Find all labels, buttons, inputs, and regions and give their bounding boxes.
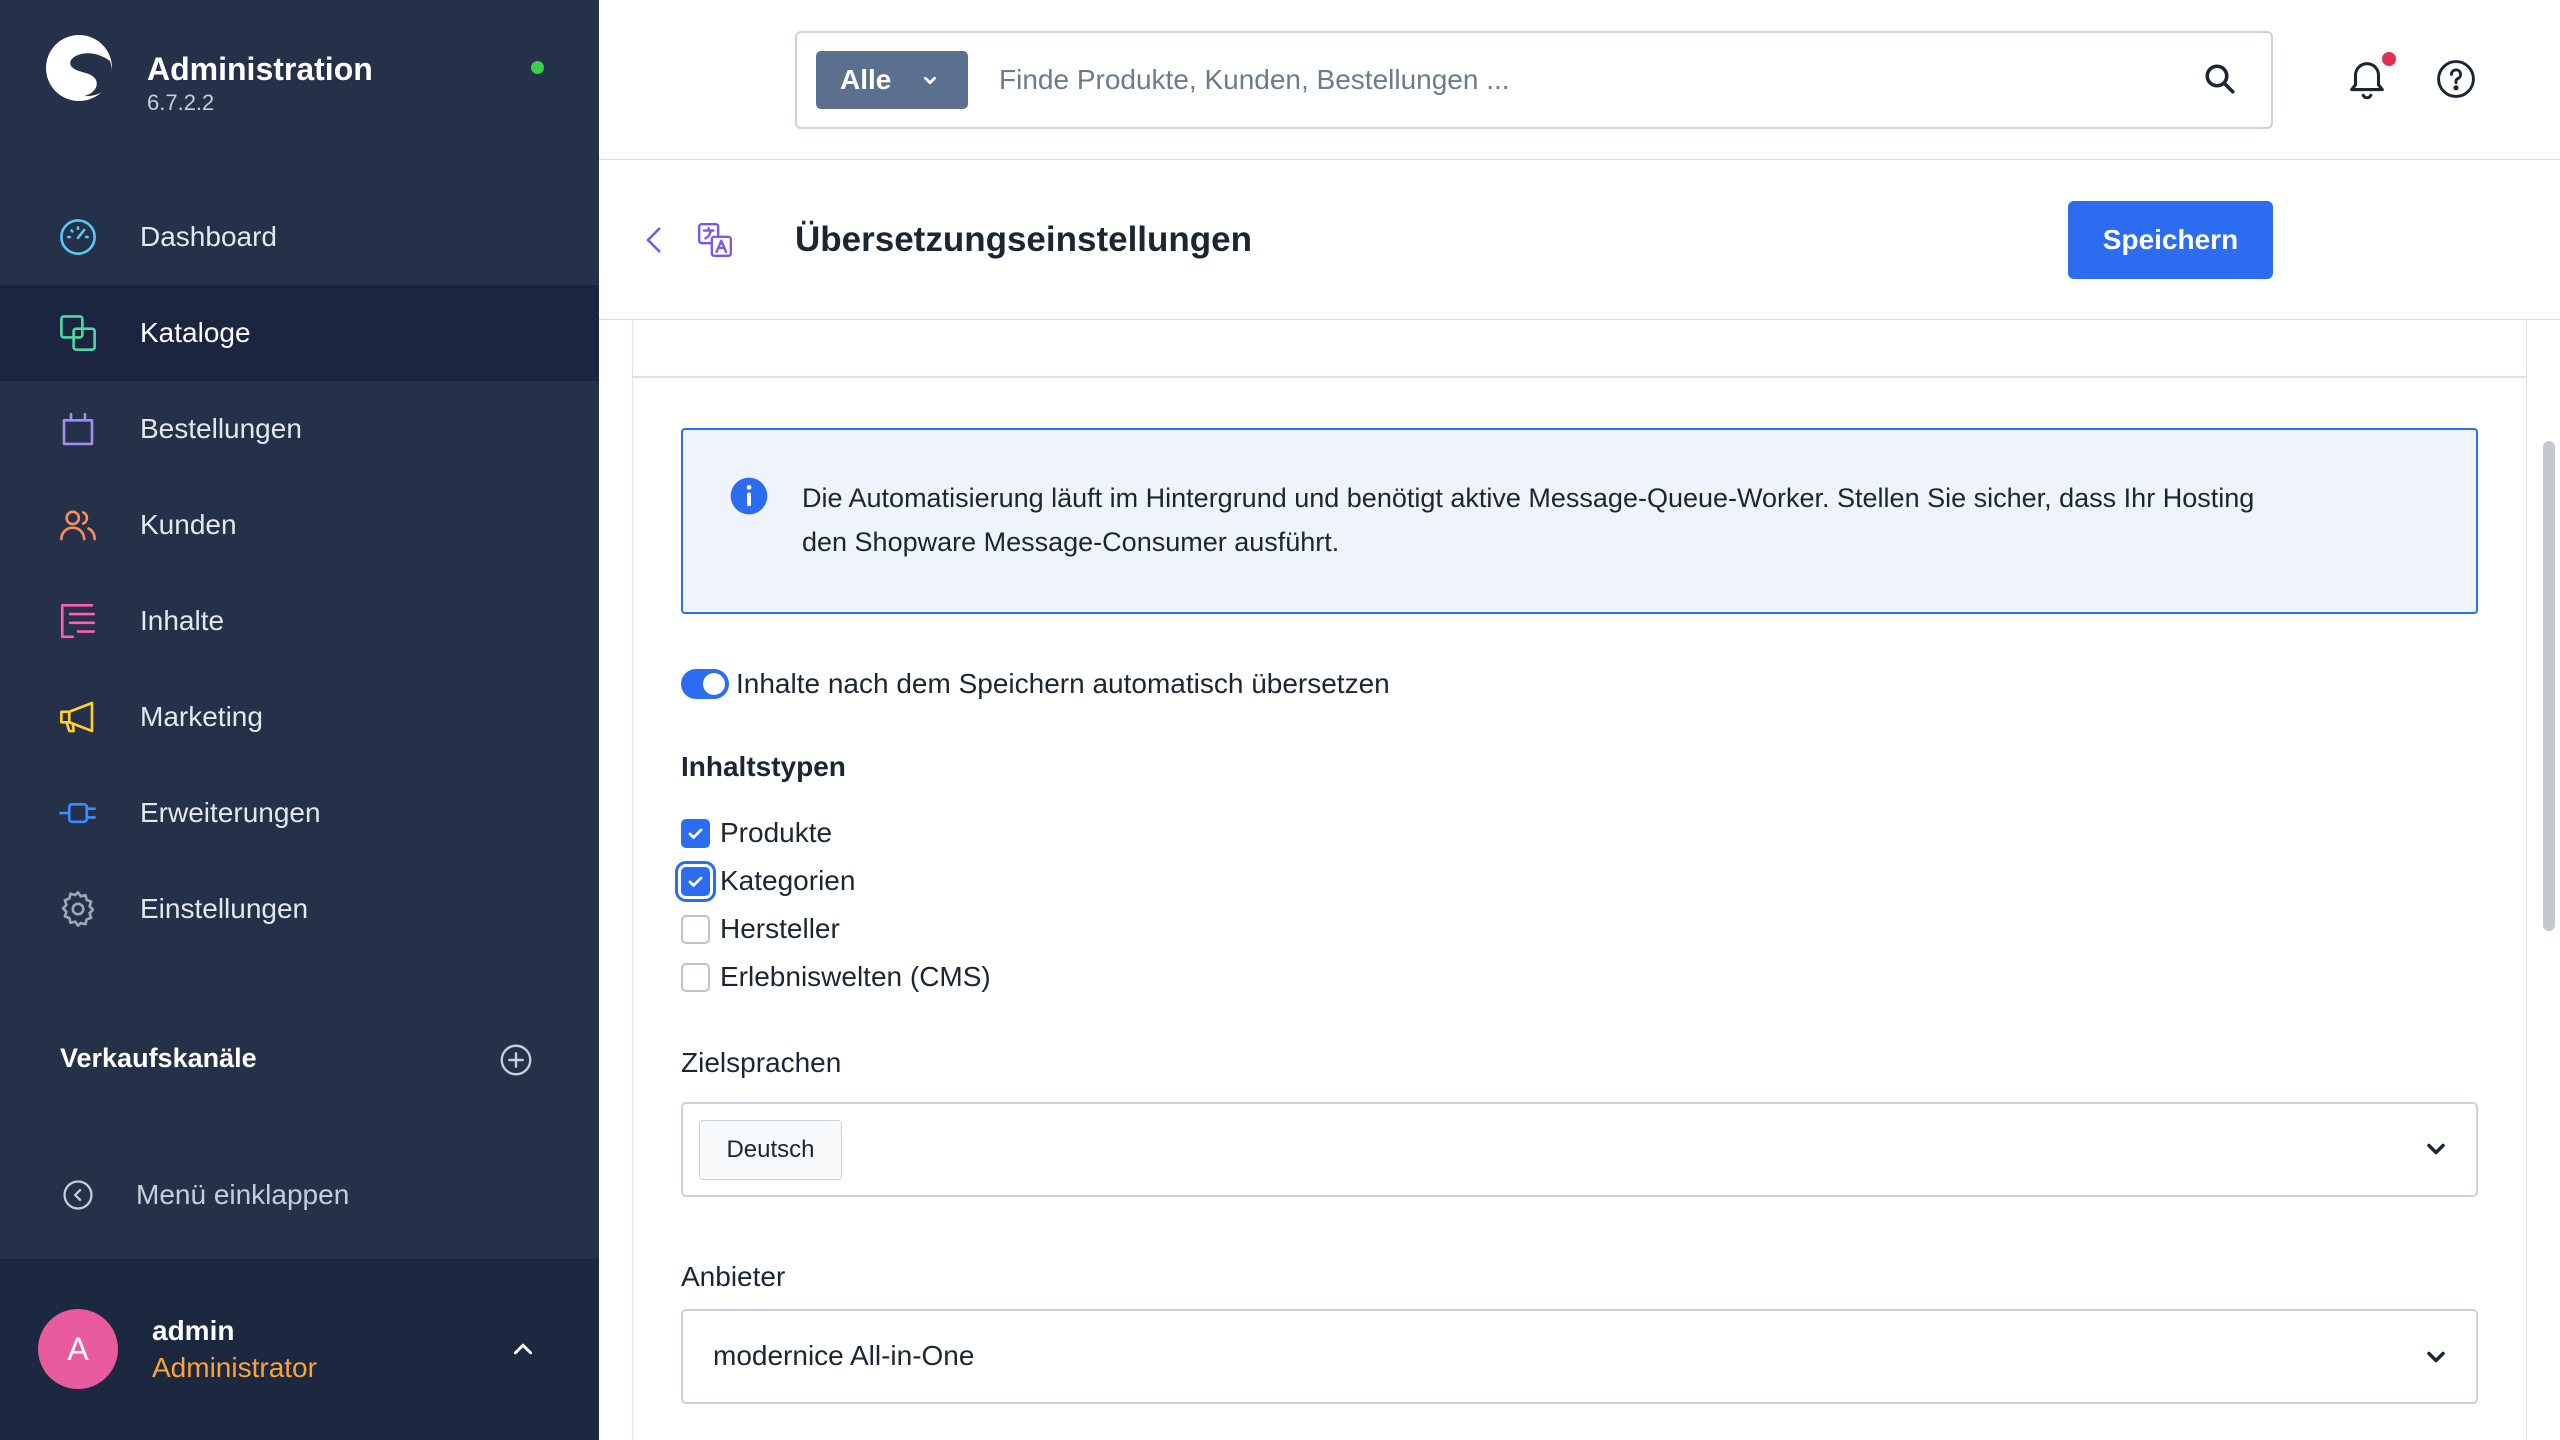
app-title: Administration bbox=[147, 51, 373, 87]
plug-icon bbox=[57, 792, 99, 834]
page-title: Übersetzungseinstellungen bbox=[795, 220, 1253, 259]
gear-icon bbox=[57, 888, 99, 930]
dashboard-icon bbox=[57, 216, 99, 258]
sidebar-item-label: Kataloge bbox=[140, 317, 251, 348]
checkbox-erlebniswelten[interactable] bbox=[681, 963, 710, 992]
collapse-menu-label: Menü einklappen bbox=[136, 1179, 350, 1210]
language-tag[interactable]: Deutsch bbox=[699, 1120, 842, 1180]
search-icon[interactable] bbox=[2202, 61, 2238, 97]
check-icon bbox=[686, 872, 705, 891]
checkbox-label: Produkte bbox=[720, 817, 833, 848]
auto-translate-toggle[interactable] bbox=[681, 669, 729, 699]
sidebar-item-marketing[interactable]: Marketing bbox=[0, 669, 599, 765]
user-name: admin bbox=[152, 1315, 235, 1346]
provider-value: modernice All-in-One bbox=[713, 1340, 975, 1371]
sidebar-item-kataloge[interactable]: Kataloge bbox=[0, 285, 599, 381]
provider-label: Anbieter bbox=[681, 1261, 786, 1292]
checkbox-kategorien[interactable] bbox=[675, 861, 716, 902]
status-indicator bbox=[531, 61, 544, 74]
help-icon[interactable] bbox=[2434, 57, 2478, 101]
sidebar-item-label: Inhalte bbox=[140, 605, 225, 636]
sidebar-item-erweiterungen[interactable]: Erweiterungen bbox=[0, 765, 599, 861]
translate-icon bbox=[696, 221, 734, 259]
chevron-up-icon[interactable] bbox=[508, 1334, 538, 1364]
target-languages-select[interactable]: Deutsch bbox=[681, 1102, 2478, 1197]
app-version: 6.7.2.2 bbox=[147, 90, 215, 115]
shopping-bag-icon bbox=[57, 408, 99, 450]
provider-select[interactable]: modernice All-in-One bbox=[681, 1309, 2478, 1404]
megaphone-icon bbox=[57, 696, 99, 738]
chevron-down-icon bbox=[919, 69, 941, 91]
info-text-line: den Shopware Message-Consumer ausführt. bbox=[802, 527, 1340, 557]
search-input[interactable] bbox=[999, 51, 2149, 109]
checkbox-label: Hersteller bbox=[720, 913, 840, 944]
sidebar: Administration 6.7.2.2 Dashboard Katalog… bbox=[0, 0, 599, 1440]
collapse-menu-button[interactable]: Menü einklappen bbox=[0, 1172, 599, 1218]
toggle-knob bbox=[703, 673, 725, 695]
target-languages-label: Zielsprachen bbox=[681, 1047, 842, 1078]
user-panel[interactable]: A admin Administrator bbox=[0, 1259, 599, 1440]
save-button[interactable]: Speichern bbox=[2068, 201, 2273, 279]
check-icon bbox=[686, 824, 705, 843]
avatar: A bbox=[38, 1309, 118, 1389]
sidebar-item-label: Erweiterungen bbox=[140, 797, 321, 828]
content-icon bbox=[57, 600, 99, 642]
card-divider bbox=[632, 376, 2527, 378]
user-role: Administrator bbox=[152, 1352, 317, 1383]
checkbox-produkte[interactable] bbox=[681, 819, 710, 848]
chevron-down-icon bbox=[2422, 1343, 2450, 1371]
sales-channels-heading: Verkaufskanäle bbox=[60, 1043, 257, 1073]
chevron-down-icon bbox=[2422, 1135, 2450, 1163]
checkbox-label: Kategorien bbox=[720, 865, 856, 896]
scrollbar-thumb[interactable] bbox=[2543, 441, 2555, 931]
sidebar-item-kunden[interactable]: Kunden bbox=[0, 477, 599, 573]
sidebar-item-label: Einstellungen bbox=[140, 893, 309, 924]
search-scope-label: Alle bbox=[840, 64, 892, 95]
catalog-icon bbox=[57, 312, 99, 354]
notification-badge bbox=[2382, 52, 2396, 66]
info-text-line: Die Automatisierung läuft im Hintergrund… bbox=[802, 483, 2255, 513]
sidebar-item-inhalte[interactable]: Inhalte bbox=[0, 573, 599, 669]
plus-circle-icon[interactable] bbox=[498, 1042, 534, 1078]
info-text: Die Automatisierung läuft im Hintergrund… bbox=[802, 476, 2462, 564]
sidebar-item-dashboard[interactable]: Dashboard bbox=[0, 189, 599, 285]
sidebar-item-label: Kunden bbox=[140, 509, 237, 540]
info-icon bbox=[729, 476, 769, 516]
auto-translate-label: Inhalte nach dem Speichern automatisch ü… bbox=[736, 668, 1390, 699]
chevron-left-icon[interactable] bbox=[638, 223, 672, 257]
sidebar-item-label: Marketing bbox=[140, 701, 263, 732]
content-types-heading: Inhaltstypen bbox=[681, 751, 846, 782]
search-scope-dropdown[interactable]: Alle bbox=[816, 51, 968, 109]
sidebar-item-einstellungen[interactable]: Einstellungen bbox=[0, 861, 599, 957]
sidebar-item-bestellungen[interactable]: Bestellungen bbox=[0, 381, 599, 477]
checkbox-label: Erlebniswelten (CMS) bbox=[720, 961, 991, 992]
chevron-left-circle-icon bbox=[61, 1178, 95, 1212]
shopware-logo[interactable] bbox=[44, 33, 114, 103]
sidebar-item-label: Dashboard bbox=[140, 221, 277, 252]
checkbox-hersteller[interactable] bbox=[681, 915, 710, 944]
sidebar-item-label: Bestellungen bbox=[140, 413, 302, 444]
customers-icon bbox=[57, 504, 99, 546]
